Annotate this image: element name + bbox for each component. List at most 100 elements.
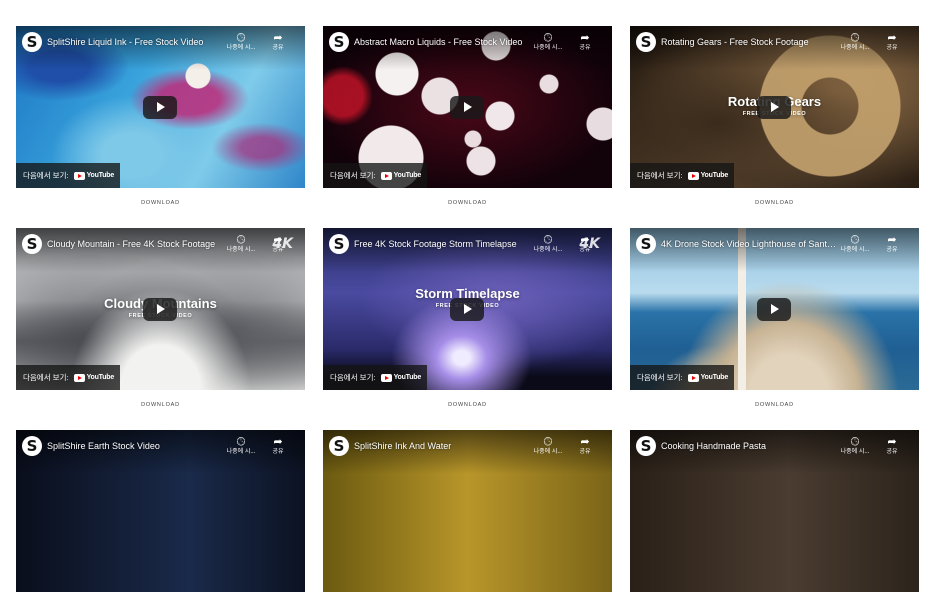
youtube-logo: YouTube <box>380 171 422 180</box>
watch-later-label: 나중에 시... <box>533 449 563 455</box>
watch-on-youtube-button[interactable]: 다음에서 보기: YouTube <box>323 365 427 390</box>
watch-later-button[interactable]: 🕒︎ 나중에 시... <box>836 31 874 53</box>
watch-later-button[interactable]: 🕒︎ 나중에 시... <box>529 233 567 255</box>
watch-later-label: 나중에 시... <box>533 247 563 253</box>
watch-later-button[interactable]: 🕒︎ 나중에 시... <box>222 31 260 53</box>
channel-logo-icon[interactable]: S <box>22 234 42 254</box>
watch-on-youtube-button[interactable]: 다음에서 보기: YouTube <box>630 365 734 390</box>
channel-logo-icon[interactable]: S <box>329 32 349 52</box>
channel-logo-icon[interactable]: S <box>636 32 656 52</box>
youtube-wordmark: YouTube <box>700 172 729 179</box>
watch-later-button[interactable]: 🕒︎ 나중에 시... <box>836 435 874 457</box>
video-title[interactable]: Cooking Handmade Pasta <box>661 440 839 452</box>
watch-later-button[interactable]: 🕒︎ 나중에 시... <box>836 233 874 255</box>
share-label: 공유 <box>272 449 284 455</box>
video-player[interactable]: S SplitShire Earth Stock Video 🕒︎ 나중에 시..… <box>16 430 305 592</box>
play-button[interactable] <box>143 96 177 119</box>
video-card: S SplitShire Earth Stock Video 🕒︎ 나중에 시..… <box>16 430 305 592</box>
video-card: S SplitShire Liquid Ink - Free Stock Vid… <box>16 26 305 206</box>
watch-on-youtube-button[interactable]: 다음에서 보기: YouTube <box>16 163 120 188</box>
video-player[interactable]: S Cooking Handmade Pasta 🕒︎ 나중에 시... ➦ 공유 <box>630 430 919 592</box>
clock-icon: 🕒︎ <box>236 31 246 44</box>
video-card: Rotating Gears FREE STOCK VIDEO S Rotati… <box>630 26 919 206</box>
clock-icon: 🕒︎ <box>543 31 553 44</box>
watch-on-label: 다음에서 보기: <box>330 373 376 382</box>
share-button[interactable]: ➦ 공유 <box>259 435 297 457</box>
download-link[interactable]: DOWNLOAD <box>16 402 305 408</box>
watch-on-youtube-button[interactable]: 다음에서 보기: YouTube <box>323 163 427 188</box>
youtube-icon <box>687 373 699 382</box>
channel-logo-icon[interactable]: S <box>636 436 656 456</box>
video-player[interactable]: Rotating Gears FREE STOCK VIDEO S Rotati… <box>630 26 919 188</box>
share-arrow-icon: ➦ <box>273 31 283 44</box>
download-link[interactable]: DOWNLOAD <box>323 402 612 408</box>
video-player[interactable]: Storm Timelapse FREE STOCK VIDEO 4K S Fr… <box>323 228 612 390</box>
share-button[interactable]: ➦ 공유 <box>873 435 911 457</box>
video-player[interactable]: S 4K Drone Stock Video Lighthouse of San… <box>630 228 919 390</box>
youtube-icon <box>73 373 85 382</box>
share-button[interactable]: ➦ 공유 <box>566 31 604 53</box>
share-arrow-icon: ➦ <box>580 233 590 246</box>
play-button[interactable] <box>143 298 177 321</box>
video-card: S 4K Drone Stock Video Lighthouse of San… <box>630 228 919 408</box>
video-player[interactable]: Cloudy Mountains FREE STOCK VIDEO 4K S C… <box>16 228 305 390</box>
youtube-wordmark: YouTube <box>393 172 422 179</box>
download-link[interactable]: DOWNLOAD <box>630 402 919 408</box>
video-player[interactable]: S SplitShire Liquid Ink - Free Stock Vid… <box>16 26 305 188</box>
share-label: 공유 <box>886 449 898 455</box>
share-arrow-icon: ➦ <box>580 31 590 44</box>
channel-logo-icon[interactable]: S <box>22 32 42 52</box>
clock-icon: 🕒︎ <box>543 435 553 448</box>
video-title[interactable]: SplitShire Ink And Water <box>354 440 532 452</box>
watch-on-youtube-button[interactable]: 다음에서 보기: YouTube <box>16 365 120 390</box>
clock-icon: 🕒︎ <box>850 233 860 246</box>
video-title[interactable]: SplitShire Liquid Ink - Free Stock Video <box>47 36 225 48</box>
share-button[interactable]: ➦ 공유 <box>566 435 604 457</box>
share-button[interactable]: ➦ 공유 <box>873 31 911 53</box>
watch-later-label: 나중에 시... <box>840 449 870 455</box>
channel-logo-icon[interactable]: S <box>636 234 656 254</box>
share-label: 공유 <box>272 45 284 51</box>
download-link[interactable]: DOWNLOAD <box>323 200 612 206</box>
youtube-wordmark: YouTube <box>700 374 729 381</box>
share-button[interactable]: ➦ 공유 <box>259 233 297 255</box>
youtube-logo: YouTube <box>380 373 422 382</box>
share-button[interactable]: ➦ 공유 <box>259 31 297 53</box>
channel-logo-icon[interactable]: S <box>22 436 42 456</box>
share-label: 공유 <box>579 45 591 51</box>
watch-later-button[interactable]: 🕒︎ 나중에 시... <box>529 435 567 457</box>
clock-icon: 🕒︎ <box>543 233 553 246</box>
clock-icon: 🕒︎ <box>236 435 246 448</box>
channel-logo-icon[interactable]: S <box>329 234 349 254</box>
play-button[interactable] <box>450 298 484 321</box>
video-title[interactable]: SplitShire Earth Stock Video <box>47 440 225 452</box>
download-link[interactable]: DOWNLOAD <box>16 200 305 206</box>
youtube-wordmark: YouTube <box>393 374 422 381</box>
share-arrow-icon: ➦ <box>887 233 897 246</box>
play-button[interactable] <box>757 96 791 119</box>
video-title[interactable]: 4K Drone Stock Video Lighthouse of Santa… <box>661 238 839 250</box>
watch-on-youtube-button[interactable]: 다음에서 보기: YouTube <box>630 163 734 188</box>
video-card: S SplitShire Ink And Water 🕒︎ 나중에 시... ➦ 공… <box>323 430 612 592</box>
share-button[interactable]: ➦ 공유 <box>566 233 604 255</box>
download-link[interactable]: DOWNLOAD <box>630 200 919 206</box>
share-arrow-icon: ➦ <box>580 435 590 448</box>
channel-logo-icon[interactable]: S <box>329 436 349 456</box>
video-title[interactable]: Free 4K Stock Footage Storm Timelapse <box>354 238 532 250</box>
video-player[interactable]: S SplitShire Ink And Water 🕒︎ 나중에 시... ➦ 공… <box>323 430 612 592</box>
video-title[interactable]: Abstract Macro Liquids - Free Stock Vide… <box>354 36 532 48</box>
watch-later-button[interactable]: 🕒︎ 나중에 시... <box>529 31 567 53</box>
video-title[interactable]: Rotating Gears - Free Stock Footage <box>661 36 839 48</box>
video-title[interactable]: Cloudy Mountain - Free 4K Stock Footage <box>47 238 225 250</box>
play-button[interactable] <box>450 96 484 119</box>
video-player[interactable]: S Abstract Macro Liquids - Free Stock Vi… <box>323 26 612 188</box>
share-arrow-icon: ➦ <box>273 233 283 246</box>
watch-on-label: 다음에서 보기: <box>23 373 69 382</box>
watch-later-label: 나중에 시... <box>226 45 256 51</box>
youtube-wordmark: YouTube <box>86 172 115 179</box>
watch-later-button[interactable]: 🕒︎ 나중에 시... <box>222 435 260 457</box>
play-button[interactable] <box>757 298 791 321</box>
watch-later-button[interactable]: 🕒︎ 나중에 시... <box>222 233 260 255</box>
share-button[interactable]: ➦ 공유 <box>873 233 911 255</box>
watch-later-label: 나중에 시... <box>840 247 870 253</box>
